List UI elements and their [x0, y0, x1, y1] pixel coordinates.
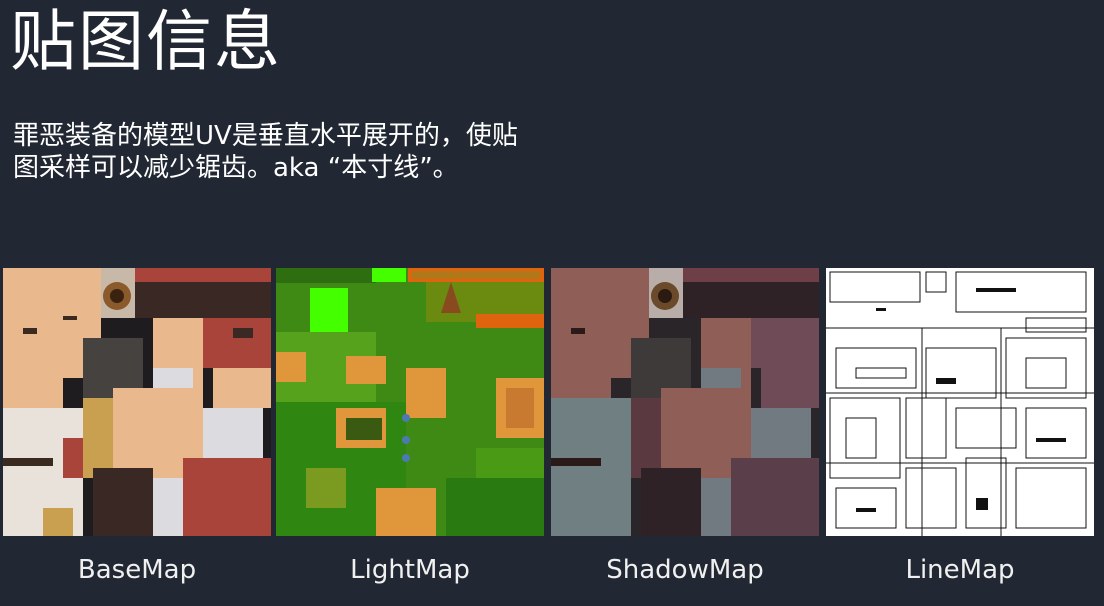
basemap-card: BaseMap — [3, 268, 271, 598]
line-texture-thumbnail — [826, 268, 1094, 536]
shadow-texture-thumbnail — [551, 268, 819, 536]
lightmap-card: LightMap — [276, 268, 544, 598]
lightmap-label: LightMap — [350, 555, 470, 585]
shadowmap-card: ShadowMap — [551, 268, 819, 598]
base-texture-thumbnail — [3, 268, 271, 536]
linemap-card: LineMap — [826, 268, 1094, 598]
slide-title: 贴图信息 — [10, 3, 282, 80]
description-line-1: 罪恶装备的模型UV是垂直水平展开的，使贴 — [13, 121, 518, 151]
linemap-label: LineMap — [905, 555, 1015, 585]
shadowmap-label: ShadowMap — [606, 555, 764, 585]
slide-description: 罪恶装备的模型UV是垂直水平展开的，使贴 图采样可以减少锯齿。aka “本寸线”… — [13, 120, 573, 184]
basemap-label: BaseMap — [77, 555, 197, 585]
texture-map-row: BaseMap LightMap ShadowMap LineMap — [0, 268, 1104, 606]
description-line-2: 图采样可以减少锯齿。aka “本寸线”。 — [13, 153, 459, 183]
light-texture-thumbnail — [276, 268, 544, 536]
